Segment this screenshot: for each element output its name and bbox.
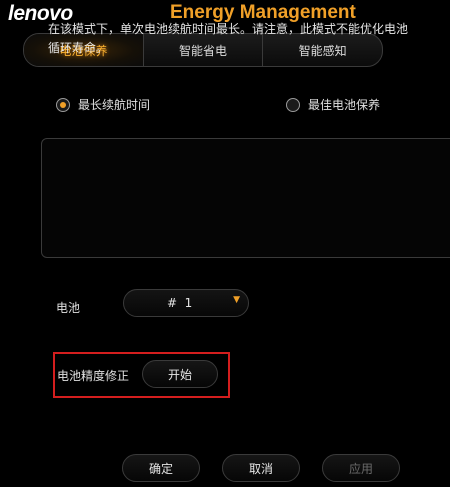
calibration-label: 电池精度修正 (57, 369, 130, 383)
mode-description: 在该模式下，单次电池续航时间最长。请注意，此模式不能优化电池循环寿命。 (48, 22, 409, 55)
battery-select[interactable]: # 1 ▼ (123, 289, 249, 317)
apply-button[interactable]: 应用 (322, 454, 400, 482)
start-calibration-button[interactable]: 开始 (142, 360, 218, 388)
description-box (41, 138, 450, 258)
battery-select-value: # 1 (167, 296, 193, 310)
ok-button[interactable]: 确定 (122, 454, 200, 482)
dropdown-arrow-icon[interactable]: ▼ (233, 295, 240, 305)
cancel-button[interactable]: 取消 (222, 454, 300, 482)
radio-best-battery-care-label: 最佳电池保养 (308, 98, 381, 112)
radio-best-battery-care[interactable]: 最佳电池保养 (286, 96, 380, 113)
radio-longest-runtime[interactable]: 最长续航时间 (56, 96, 150, 113)
radio-longest-runtime-label: 最长续航时间 (78, 98, 151, 112)
radio-unchecked-icon[interactable] (286, 97, 300, 112)
battery-label: 电池 (56, 301, 81, 315)
radio-checked-icon[interactable] (56, 97, 70, 112)
